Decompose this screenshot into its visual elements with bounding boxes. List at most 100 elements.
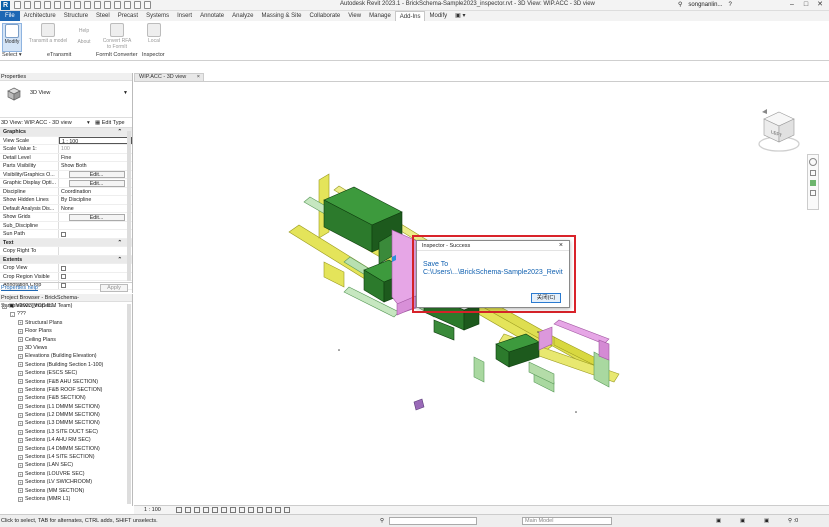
browser-tree-item[interactable]: + Ceiling Plans — [0, 336, 132, 344]
browser-tree-item[interactable]: + Sections (ESCS SEC) — [0, 369, 132, 377]
select-pinned-icon[interactable]: ▣ — [764, 515, 769, 527]
open-icon[interactable] — [14, 1, 21, 9]
tab-architecture[interactable]: Architecture — [20, 11, 60, 21]
property-row[interactable]: Graphic Display Opti... Edit... — [0, 179, 132, 188]
edit-type-button[interactable]: ▦ Edit Type — [95, 118, 125, 128]
checkbox-icon[interactable] — [61, 231, 66, 237]
revit-logo-icon[interactable]: R — [1, 1, 10, 10]
tab-systems[interactable]: Systems — [142, 11, 173, 21]
collapse-icon[interactable]: - — [10, 312, 15, 318]
property-edit-button[interactable]: Edit... — [59, 179, 132, 187]
browser-scrollbar[interactable] — [127, 304, 131, 504]
expand-icon[interactable]: + — [18, 337, 23, 343]
browser-tree-item[interactable]: + Sections (F&B SECTION) — [0, 394, 132, 402]
property-row[interactable]: Visibility/Graphics O... Edit... — [0, 170, 132, 179]
tab-add-ins[interactable]: Add-Ins — [394, 11, 426, 21]
visual-style-icon[interactable] — [185, 507, 191, 513]
property-row[interactable]: Show Hidden Lines By Discipline — [0, 196, 132, 205]
close-hidden-icon[interactable] — [134, 1, 141, 9]
property-group-header[interactable]: Text ⌃ — [0, 238, 132, 247]
detail-level-icon[interactable] — [176, 507, 182, 513]
apply-button[interactable]: Apply — [100, 284, 128, 292]
property-row[interactable]: Scale Value 1: 100 — [0, 145, 132, 154]
property-value[interactable]: Coordination — [59, 188, 132, 196]
property-row[interactable]: Sun Path — [0, 230, 132, 239]
3d-view-icon[interactable] — [104, 1, 111, 9]
expand-icon[interactable]: + — [18, 496, 23, 502]
browser-tree-item[interactable]: + Sections (L3 DMMM SECTION) — [0, 419, 132, 427]
browser-tree-item[interactable]: + Sections (F&B AHU SECTION) — [0, 378, 132, 386]
expand-icon[interactable]: + — [18, 387, 23, 393]
dialog-close-icon[interactable]: × — [559, 241, 563, 251]
switch-windows-icon[interactable] — [144, 1, 151, 9]
close-view-icon[interactable]: × — [197, 74, 200, 81]
tab-collaborate[interactable]: Collaborate — [306, 11, 345, 21]
property-value[interactable]: By Discipline — [59, 196, 132, 204]
expand-icon[interactable]: + — [18, 421, 23, 427]
thin-lines-icon[interactable] — [124, 1, 131, 9]
filter-selection-icon[interactable]: ⚲ :0 — [788, 515, 798, 527]
analytical-model-icon[interactable] — [266, 507, 272, 513]
help-button[interactable]: Help About — [74, 23, 94, 45]
property-value[interactable]: Show Both — [59, 162, 132, 170]
panel-select-label[interactable]: Select ▾ — [2, 52, 22, 58]
property-row[interactable]: Detail Level Fine — [0, 153, 132, 162]
expand-icon[interactable]: + — [18, 446, 23, 452]
property-group-header[interactable]: Graphics ⌃ — [0, 128, 132, 137]
property-row[interactable]: View Scale 1 : 100 — [0, 136, 132, 145]
browser-tree-item[interactable]: + Sections (F&B ROOF SECTION) — [0, 386, 132, 394]
expand-icon[interactable]: + — [18, 354, 23, 360]
browser-tree-item[interactable]: + Sections (L3 SITE DUCT SEC) — [0, 428, 132, 436]
browser-tree-item[interactable]: + Sections (L4 DMMM SECTION) — [0, 445, 132, 453]
collapse-icon[interactable]: - — [2, 303, 7, 309]
expand-icon[interactable]: + — [18, 362, 23, 368]
property-checkbox[interactable] — [59, 264, 132, 272]
tab-manage[interactable]: Manage — [365, 11, 395, 21]
browser-tree-item[interactable]: + Floor Plans — [0, 327, 132, 335]
browser-tree-item[interactable]: + Sections (Building Section 1-100) — [0, 361, 132, 369]
chevron-down-icon[interactable]: ▾ — [87, 118, 90, 128]
expand-icon[interactable]: + — [18, 454, 23, 460]
save-icon[interactable] — [24, 1, 31, 9]
browser-tree-item[interactable]: +3D Views — [0, 344, 132, 352]
undo-icon[interactable] — [44, 1, 51, 9]
expand-icon[interactable]: + — [18, 488, 23, 494]
tab-structure[interactable]: Structure — [60, 11, 92, 21]
workset-combo[interactable] — [389, 517, 477, 525]
render-icon[interactable] — [212, 507, 218, 513]
properties-help-link[interactable]: Properties help — [0, 285, 38, 291]
browser-tree-item[interactable]: + Sections (L4 SITE SECTION) — [0, 453, 132, 461]
local-button[interactable]: Local — [140, 23, 168, 44]
expand-icon[interactable]: + — [18, 320, 23, 326]
expand-icon[interactable]: + — [18, 379, 23, 385]
checkbox-icon[interactable] — [61, 274, 66, 279]
section-icon[interactable] — [114, 1, 121, 9]
property-row[interactable]: Copy Right To — [0, 247, 132, 256]
expand-icon[interactable]: + — [18, 429, 23, 435]
property-row[interactable]: Show Grids Edit... — [0, 213, 132, 222]
property-group-header[interactable]: Extents ⌃ — [0, 255, 132, 264]
search-icon[interactable]: ⚲ — [678, 1, 682, 8]
temporary-hide-icon[interactable] — [248, 507, 254, 513]
dialog-close-button[interactable]: 关闭(C) — [531, 293, 561, 303]
convert-rfa-button[interactable]: Convert RFA to FormIt — [98, 23, 136, 50]
help-icon[interactable]: ? — [728, 2, 731, 8]
view-tab[interactable]: WIP.ACC - 3D view × — [134, 73, 204, 81]
zoom-icon[interactable] — [810, 170, 816, 176]
home-icon[interactable] — [762, 109, 767, 114]
browser-tree-item[interactable]: + Sections (MM SECTION) — [0, 487, 132, 495]
browser-tree-item[interactable]: -??? — [0, 310, 132, 318]
design-option-combo[interactable]: Main Model — [522, 517, 612, 525]
highlight-displacement-icon[interactable] — [275, 507, 281, 513]
maximize-icon[interactable]: □ — [799, 0, 813, 10]
browser-tree-item[interactable]: - ▣ Views (MCC BIM Team) — [0, 302, 132, 310]
reveal-hidden-icon[interactable] — [257, 507, 263, 513]
property-value[interactable] — [59, 222, 132, 230]
tab-view[interactable]: View — [344, 11, 365, 21]
checkbox-icon[interactable] — [61, 265, 66, 271]
redo-icon[interactable] — [54, 1, 61, 9]
property-checkbox[interactable] — [59, 273, 132, 281]
browser-tree-item[interactable]: + Sections (L1 DMMM SECTION) — [0, 403, 132, 411]
browser-tree-item[interactable]: + Sections (MMR L1) — [0, 495, 132, 503]
transmit-model-button[interactable]: Transmit a model — [24, 23, 72, 44]
